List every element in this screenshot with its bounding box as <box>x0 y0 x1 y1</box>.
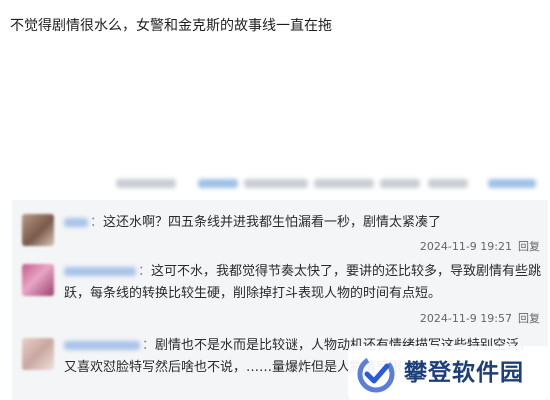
avatar[interactable] <box>22 264 54 296</box>
comment-footer: 2024-11-9 19:21 回复 <box>420 238 540 254</box>
reply-button[interactable]: 回复 <box>518 312 540 325</box>
comment-username-suffix: ： <box>138 264 152 279</box>
comment-username-suffix: ： <box>90 215 104 230</box>
checkmark-logo-icon <box>357 355 395 393</box>
comment-username-suffix: ： <box>142 338 156 353</box>
post-text: 不觉得剧情很水么，女警和金克斯的故事线一直在拖 <box>10 18 332 34</box>
watermark: 攀登软件园 <box>348 346 548 400</box>
comment-text-block: ：这还水啊？四五条线并进我都生怕漏看一秒，剧情太紧凑了 <box>64 212 542 234</box>
comment-timestamp: 2024-11-9 19:21 <box>419 240 512 253</box>
comment-item: ：这可不水，我都觉得节奏太快了，要讲的还比较多，导致剧情有些跳跃，每条线的转换比… <box>12 256 548 326</box>
comment-timestamp: 2024-11-9 19:57 <box>419 312 512 325</box>
comment-footer: 2024-11-9 19:57 回复 <box>420 310 540 326</box>
watermark-text: 攀登软件园 <box>404 360 524 386</box>
comment-text-block: ：这可不水，我都觉得节奏太快了，要讲的还比较多，导致剧情有些跳跃，每条线的转换比… <box>64 261 542 305</box>
avatar[interactable] <box>22 214 54 246</box>
avatar[interactable] <box>22 338 54 370</box>
comment-username[interactable] <box>64 267 136 276</box>
comment-text: 这还水啊？四五条线并进我都生怕漏看一秒，剧情太紧凑了 <box>103 215 442 230</box>
comment-username[interactable] <box>64 218 88 227</box>
comment-username[interactable] <box>64 341 140 350</box>
post-meta-row-blurred <box>116 174 536 194</box>
comment-item: ：这还水啊？四五条线并进我都生怕漏看一秒，剧情太紧凑了 2024-11-9 19… <box>12 200 548 256</box>
reply-button[interactable]: 回复 <box>518 240 540 253</box>
